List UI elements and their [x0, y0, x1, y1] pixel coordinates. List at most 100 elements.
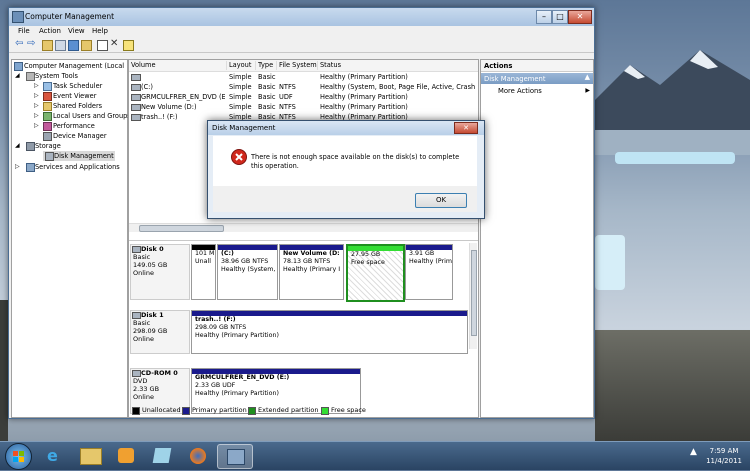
- expand-icon[interactable]: ▷: [15, 163, 20, 170]
- back-arrow-icon[interactable]: ⇦: [15, 39, 24, 49]
- show-hidden-icons[interactable]: ▲: [690, 447, 697, 457]
- ok-button[interactable]: OK: [415, 193, 467, 208]
- partition-text: 101 M: [195, 250, 215, 257]
- menu-help[interactable]: Help: [92, 27, 108, 35]
- tree-item-services-applications[interactable]: Services and Applications: [35, 163, 120, 171]
- volume-cell[interactable]: NTFS: [279, 83, 319, 91]
- ice-floe: [595, 235, 625, 290]
- volume-cell[interactable]: Simple: [229, 83, 257, 91]
- partition-block[interactable]: trash..! (F:) 298.09 GB NTFS Healthy (Prim…: [191, 310, 468, 354]
- system-clock[interactable]: 7:59 AM 11/4/2011: [706, 446, 742, 466]
- horizontal-scrollbar[interactable]: [129, 223, 478, 232]
- partition-text: 298.09 GB NTFS: [195, 324, 247, 331]
- expand-icon[interactable]: ▷: [34, 92, 39, 99]
- partition-text: Healthy (Primary I: [283, 266, 341, 273]
- volume-cell[interactable]: UDF: [279, 93, 319, 101]
- scrollbar-thumb[interactable]: [471, 250, 477, 336]
- volume-cell[interactable]: Simple: [229, 93, 257, 101]
- volume-cell[interactable]: Simple: [229, 103, 257, 111]
- column-volume[interactable]: Volume: [129, 61, 227, 70]
- storage-icon: [26, 142, 35, 151]
- taskbar-notes[interactable]: [145, 444, 179, 467]
- menu-view[interactable]: View: [68, 27, 85, 35]
- volume-cell[interactable]: Healthy (Primary Partition): [320, 73, 475, 81]
- tree-item-disk-management[interactable]: Disk Management: [54, 152, 114, 160]
- volume-cell[interactable]: Basic: [258, 103, 278, 111]
- export-icon[interactable]: [81, 40, 92, 51]
- taskbar-internet-explorer[interactable]: e: [37, 444, 71, 467]
- expand-icon[interactable]: ▷: [34, 122, 39, 129]
- close-button[interactable]: ✕: [568, 10, 592, 24]
- delete-icon[interactable]: ✕: [110, 39, 119, 49]
- tree-item-event-viewer[interactable]: Event Viewer: [53, 92, 96, 100]
- rescan-icon[interactable]: [123, 40, 134, 51]
- taskbar-firefox[interactable]: [181, 444, 215, 467]
- disk-label[interactable]: Disk 1 Basic 298.09 GB Online: [130, 310, 190, 354]
- tree-item-local-users-groups[interactable]: Local Users and Groups: [53, 112, 131, 120]
- taskbar-media-player[interactable]: [109, 444, 143, 467]
- dialog-close-button[interactable]: ✕: [454, 122, 478, 134]
- volume-cell[interactable]: Basic: [258, 83, 278, 91]
- users-icon: [43, 112, 52, 121]
- tree-item-task-scheduler[interactable]: Task Scheduler: [53, 82, 102, 90]
- disk-management-pane: Volume Layout Type File System Status Si…: [128, 59, 479, 418]
- minimize-button[interactable]: –: [536, 10, 552, 24]
- volume-cell[interactable]: Healthy (System, Boot, Page File, Active…: [320, 83, 475, 91]
- volume-cell[interactable]: Simple: [229, 73, 257, 81]
- column-status[interactable]: Status: [318, 61, 475, 70]
- column-layout[interactable]: Layout: [227, 61, 256, 70]
- menu-file[interactable]: File: [18, 27, 30, 35]
- expand-icon[interactable]: ▷: [34, 112, 39, 119]
- partition-text: trash..! (F:): [195, 316, 236, 323]
- dialog-body: There is not enough space available on t…: [213, 136, 477, 186]
- help-icon[interactable]: [68, 40, 79, 51]
- volume-icon: [131, 74, 141, 81]
- vertical-scrollbar[interactable]: [469, 243, 477, 349]
- tree-item-performance[interactable]: Performance: [53, 122, 95, 130]
- volume-cell[interactable]: Healthy (Primary Partition): [320, 93, 475, 101]
- volume-cell[interactable]: (C:): [141, 83, 225, 91]
- submenu-arrow-icon[interactable]: ▶: [585, 87, 590, 94]
- forward-arrow-icon[interactable]: ⇨: [27, 39, 36, 49]
- partition-block[interactable]: (C:) 38.96 GB NTFS Healthy (System,: [217, 244, 278, 300]
- scrollbar-thumb[interactable]: [139, 225, 224, 232]
- actions-section[interactable]: Disk Management ▲: [481, 73, 593, 84]
- volume-cell[interactable]: GRMCULFRER_EN_DVD (E:): [141, 93, 225, 101]
- start-button[interactable]: [5, 443, 32, 470]
- expand-icon[interactable]: ▷: [34, 102, 39, 109]
- disk-label[interactable]: Disk 0 Basic 149.05 GB Online: [130, 244, 190, 300]
- menu-action[interactable]: Action: [39, 27, 61, 35]
- expand-icon[interactable]: ▷: [34, 82, 39, 89]
- tree-item-computer-management[interactable]: Computer Management (Local: [24, 62, 124, 70]
- partition-block[interactable]: New Volume (D: 78.13 GB NTFS Healthy (Prim…: [279, 244, 344, 300]
- volume-cell[interactable]: NTFS: [279, 103, 319, 111]
- properties-icon[interactable]: [55, 40, 66, 51]
- taskbar-explorer[interactable]: [73, 444, 107, 467]
- collapse-arrow-icon[interactable]: ▲: [585, 73, 590, 81]
- tree-item-device-manager[interactable]: Device Manager: [53, 132, 107, 140]
- partition-text: 3.91 GB: [409, 250, 435, 257]
- collapse-icon[interactable]: ◢: [15, 142, 20, 149]
- tree-item-shared-folders[interactable]: Shared Folders: [53, 102, 102, 110]
- collapse-icon[interactable]: ◢: [15, 72, 20, 79]
- column-file-system[interactable]: File System: [277, 61, 318, 70]
- dialog-title-bar[interactable]: Disk Management ✕: [208, 121, 484, 135]
- taskbar-computer-management[interactable]: [217, 444, 253, 469]
- partition-text: New Volume (D:: [283, 250, 340, 257]
- performance-icon: [43, 122, 52, 131]
- volume-cell[interactable]: Healthy (Primary Partition): [320, 103, 475, 111]
- folder-icon[interactable]: [42, 40, 53, 51]
- partition-block[interactable]: 101 M Unall: [191, 244, 216, 300]
- partition-block[interactable]: 27.95 GB Free space: [346, 244, 405, 302]
- tree-item-storage[interactable]: Storage: [35, 142, 61, 150]
- title-bar[interactable]: Computer Management – □ ✕: [9, 8, 594, 26]
- connect-icon[interactable]: [97, 40, 108, 51]
- partition-block[interactable]: 3.91 GB Healthy (Prim: [405, 244, 453, 300]
- maximize-button[interactable]: □: [552, 10, 568, 24]
- volume-cell[interactable]: Basic: [258, 93, 278, 101]
- column-type[interactable]: Type: [256, 61, 277, 70]
- more-actions-link[interactable]: More Actions: [498, 87, 542, 95]
- volume-cell[interactable]: Basic: [258, 73, 278, 81]
- volume-cell[interactable]: New Volume (D:): [141, 103, 225, 111]
- tree-item-system-tools[interactable]: System Tools: [35, 72, 78, 80]
